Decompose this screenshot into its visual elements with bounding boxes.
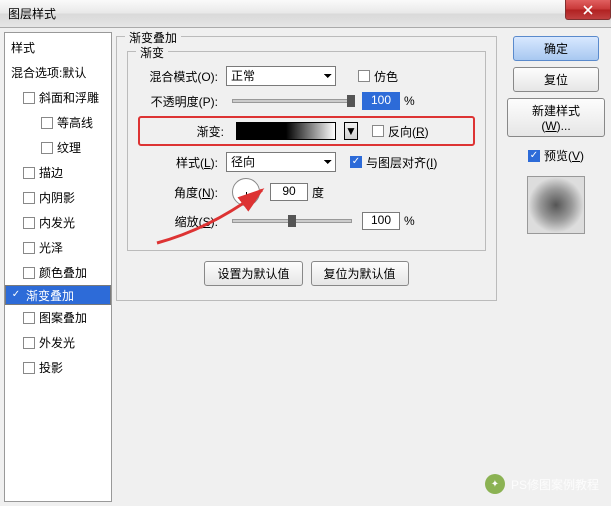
title-bar: 图层样式 [0, 0, 611, 28]
subgroup-title: 渐变 [136, 44, 168, 61]
sidebar-checkbox-10[interactable] [23, 337, 35, 349]
sidebar-item-0[interactable]: 斜面和浮雕 [5, 85, 111, 110]
gradient-preview[interactable] [236, 122, 336, 140]
close-button[interactable] [565, 0, 611, 20]
sidebar-checkbox-6[interactable] [23, 242, 35, 254]
close-icon [583, 5, 593, 15]
sidebar-label-3: 描边 [39, 164, 63, 181]
reverse-label: 反向(R) [388, 123, 429, 140]
sidebar-label-6: 光泽 [39, 239, 63, 256]
content: 样式 混合选项:默认 斜面和浮雕等高线纹理描边内阴影内发光光泽颜色叠加渐变叠加图… [0, 28, 611, 506]
sidebar-label-8: 渐变叠加 [26, 287, 74, 304]
style-label: 样式(L): [138, 154, 218, 171]
sidebar-item-6[interactable]: 光泽 [5, 235, 111, 260]
angle-row: 角度(N): 90 度 [138, 178, 475, 206]
angle-dial[interactable] [232, 178, 260, 206]
gradient-row-highlight: 渐变: ▼ 反向(R) [138, 116, 475, 146]
sidebar-checkbox-5[interactable] [23, 217, 35, 229]
sidebar-item-11[interactable]: 投影 [5, 355, 111, 380]
style-select[interactable]: 径向 [226, 152, 336, 172]
opacity-pct: % [404, 94, 415, 108]
opacity-slider[interactable] [232, 99, 352, 103]
cancel-button[interactable]: 复位 [513, 67, 599, 92]
opacity-row: 不透明度(P): 100 % [138, 92, 475, 110]
reverse-checkbox[interactable] [372, 125, 384, 137]
sidebar-checkbox-8[interactable] [10, 289, 22, 301]
sidebar-header-style[interactable]: 样式 [5, 35, 111, 60]
sidebar-checkbox-11[interactable] [23, 362, 35, 374]
sidebar-checkbox-3[interactable] [23, 167, 35, 179]
watermark: ✦ PS修图案例教程 [485, 474, 599, 494]
blend-mode-select[interactable]: 正常 [226, 66, 336, 86]
sidebar-label-7: 颜色叠加 [39, 264, 87, 281]
sidebar-header-blend[interactable]: 混合选项:默认 [5, 60, 111, 85]
sidebar-item-8[interactable]: 渐变叠加 [5, 285, 111, 305]
dither-checkbox[interactable] [358, 70, 370, 82]
sidebar-checkbox-1[interactable] [41, 117, 53, 129]
align-label: 与图层对齐(I) [366, 154, 437, 171]
sidebar-checkbox-4[interactable] [23, 192, 35, 204]
gradient-overlay-group: 渐变叠加 渐变 混合模式(O): 正常 仿色 不透明度(P): 100 % [116, 36, 497, 301]
sidebar-item-4[interactable]: 内阴影 [5, 185, 111, 210]
reset-default-button[interactable]: 复位为默认值 [311, 261, 409, 286]
sidebar-item-7[interactable]: 颜色叠加 [5, 260, 111, 285]
watermark-text: PS修图案例教程 [511, 476, 599, 493]
preview-row: 预览(V) [528, 147, 584, 164]
preview-label: 预览(V) [544, 147, 584, 164]
sidebar-label-2: 纹理 [57, 139, 81, 156]
gradient-subgroup: 渐变 混合模式(O): 正常 仿色 不透明度(P): 100 % 渐变: [127, 51, 486, 251]
sidebar-label-0: 斜面和浮雕 [39, 89, 99, 106]
angle-deg: 度 [312, 184, 324, 201]
sidebar-checkbox-7[interactable] [23, 267, 35, 279]
scale-slider[interactable] [232, 219, 352, 223]
opacity-value[interactable]: 100 [362, 92, 400, 110]
sidebar-item-3[interactable]: 描边 [5, 160, 111, 185]
sidebar-label-9: 图案叠加 [39, 309, 87, 326]
sidebar-item-1[interactable]: 等高线 [5, 110, 111, 135]
sidebar-item-5[interactable]: 内发光 [5, 210, 111, 235]
sidebar-label-4: 内阴影 [39, 189, 75, 206]
sidebar-label-1: 等高线 [57, 114, 93, 131]
preview-checkbox[interactable] [528, 150, 540, 162]
new-style-button[interactable]: 新建样式(W)... [507, 98, 605, 137]
scale-label: 缩放(S): [138, 213, 218, 230]
right-panel: 确定 复位 新建样式(W)... 预览(V) [501, 28, 611, 506]
default-buttons: 设置为默认值 复位为默认值 [127, 261, 486, 286]
sidebar-label-11: 投影 [39, 359, 63, 376]
gradient-dropdown[interactable]: ▼ [344, 122, 358, 140]
angle-label: 角度(N): [138, 184, 218, 201]
scale-value[interactable]: 100 [362, 212, 400, 230]
sidebar-item-2[interactable]: 纹理 [5, 135, 111, 160]
styles-sidebar: 样式 混合选项:默认 斜面和浮雕等高线纹理描边内阴影内发光光泽颜色叠加渐变叠加图… [4, 32, 112, 502]
sidebar-item-9[interactable]: 图案叠加 [5, 305, 111, 330]
angle-value[interactable]: 90 [270, 183, 308, 201]
window-title: 图层样式 [8, 5, 56, 22]
sidebar-checkbox-2[interactable] [41, 142, 53, 154]
ok-button[interactable]: 确定 [513, 36, 599, 61]
gradient-label: 渐变: [144, 123, 224, 140]
sidebar-label-5: 内发光 [39, 214, 75, 231]
style-row: 样式(L): 径向 与图层对齐(I) [138, 152, 475, 172]
sidebar-item-10[interactable]: 外发光 [5, 330, 111, 355]
blend-mode-label: 混合模式(O): [138, 68, 218, 85]
set-default-button[interactable]: 设置为默认值 [204, 261, 302, 286]
wechat-icon: ✦ [485, 474, 505, 494]
opacity-label: 不透明度(P): [138, 93, 218, 110]
sidebar-checkbox-0[interactable] [23, 92, 35, 104]
scale-row: 缩放(S): 100 % [138, 212, 475, 230]
align-checkbox[interactable] [350, 156, 362, 168]
dither-label: 仿色 [374, 68, 398, 85]
blend-mode-row: 混合模式(O): 正常 仿色 [138, 66, 475, 86]
preview-swatch [527, 176, 585, 234]
sidebar-label-10: 外发光 [39, 334, 75, 351]
sidebar-checkbox-9[interactable] [23, 312, 35, 324]
main-panel: 渐变叠加 渐变 混合模式(O): 正常 仿色 不透明度(P): 100 % [112, 28, 501, 506]
scale-pct: % [404, 214, 415, 228]
